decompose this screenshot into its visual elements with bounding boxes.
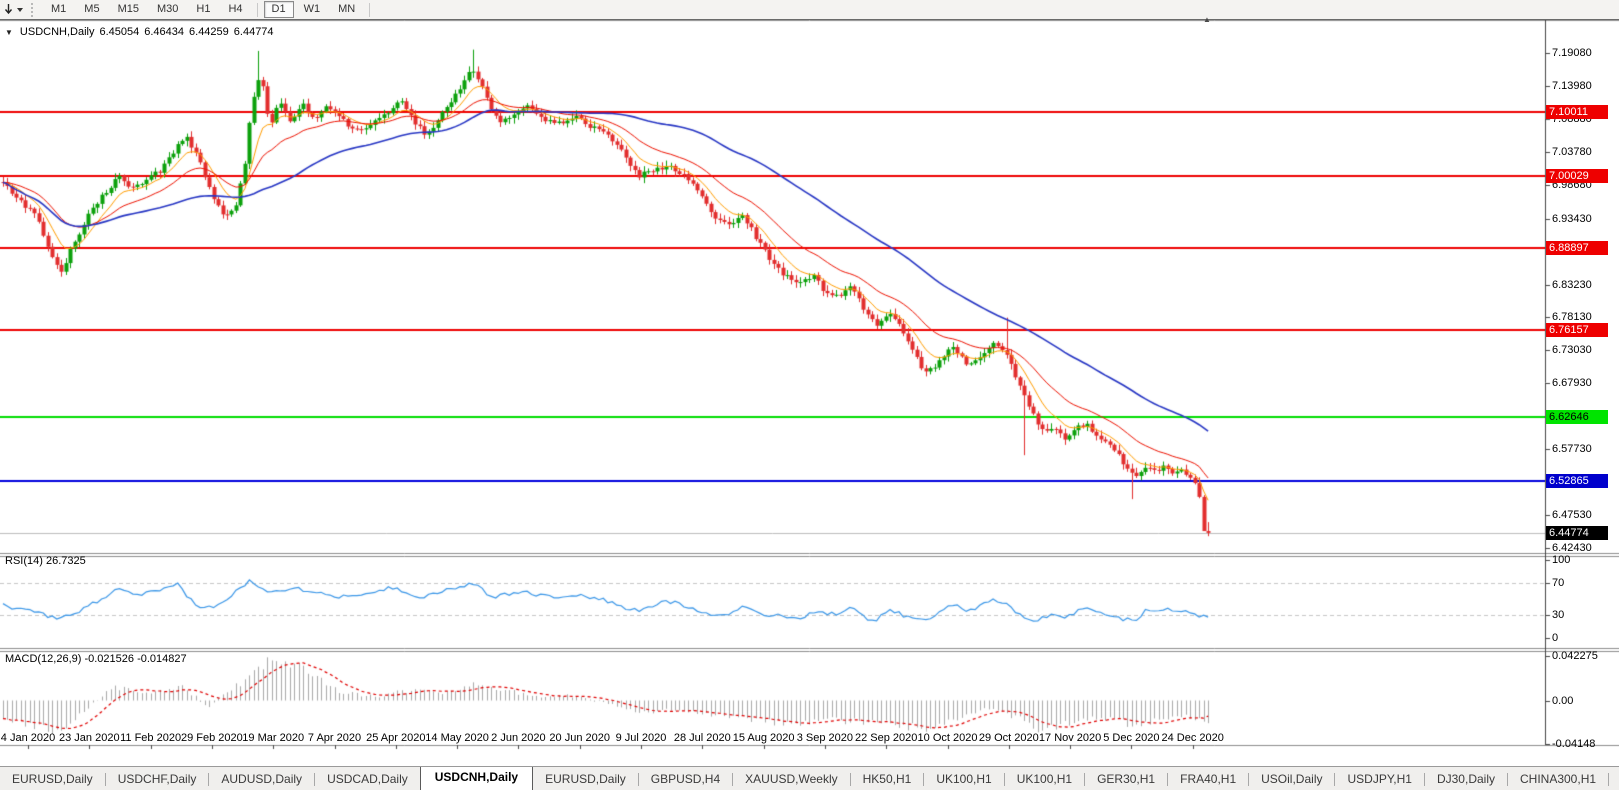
price-level-badge: 6.76157 <box>1546 323 1608 338</box>
timeframe-button-d1[interactable]: D1 <box>263 1 294 18</box>
tab-usdcad-daily[interactable]: USDCAD,Daily <box>315 769 420 789</box>
timeframe-button-mn[interactable]: MN <box>330 1 363 18</box>
date-label: 22 Sep 2020 <box>854 732 918 744</box>
chart-title: ▼ USDCNH,Daily 6.45054 6.46434 6.44259 6… <box>5 26 274 38</box>
date-label: 2 Jun 2020 <box>491 732 546 744</box>
tab-usoil-daily[interactable]: USOil,Daily <box>1249 769 1334 789</box>
cursor-dropdown-caret-icon[interactable] <box>17 7 23 12</box>
timeframe-button-h4[interactable]: H4 <box>220 1 250 18</box>
price-tick-label: 6.78130 <box>1552 311 1592 324</box>
macd-indicator-label: MACD(12,26,9) -0.021526 -0.014827 <box>5 653 187 665</box>
toolbar-drag-handle[interactable] <box>31 2 37 17</box>
tab-eurusd-daily[interactable]: EURUSD,Daily <box>533 769 638 789</box>
price-tick-label: 6.42430 <box>1552 541 1592 554</box>
current-price-badge: 6.44774 <box>1546 525 1608 540</box>
price-tick-label: 7.03780 <box>1552 145 1592 158</box>
ohlc-low: 6.44259 <box>189 26 229 38</box>
date-label: 10 Oct 2020 <box>917 732 978 744</box>
tab-usdchf-daily[interactable]: USDCHF,Daily <box>106 769 209 789</box>
chart-shift-marker-icon[interactable]: ▲ <box>1203 15 1211 24</box>
tab-usdcnh-daily[interactable]: USDCNH,Daily <box>419 767 534 790</box>
rsi-scale-label: 70 <box>1552 577 1565 590</box>
price-level-badge: 7.00029 <box>1546 169 1608 184</box>
timeframe-button-m1[interactable]: M1 <box>43 1 74 18</box>
date-label: 24 Dec 2020 <box>1161 732 1224 744</box>
price-tick-label: 6.47530 <box>1552 509 1592 522</box>
collapse-icon[interactable]: ▼ <box>5 28 13 37</box>
date-label: 23 Jan 2020 <box>59 732 120 744</box>
symbol-tabs: EURUSD,Daily USDCHF,Daily AUDUSD,Daily USDC… <box>0 767 1619 790</box>
date-label: 14 May 2020 <box>425 732 489 744</box>
date-label: 19 Mar 2020 <box>242 732 305 744</box>
tab-uk100-h1[interactable]: UK100,H1 <box>924 769 1003 789</box>
tab-dj30-daily[interactable]: DJ30,Daily <box>1425 769 1507 789</box>
ohlc-high: 6.46434 <box>144 26 185 38</box>
price-tick-label: 6.67930 <box>1552 377 1592 390</box>
price-level-badge: 6.52865 <box>1546 473 1608 488</box>
date-label: 25 Apr 2020 <box>366 732 426 744</box>
timeframe-button-m5[interactable]: M5 <box>76 1 107 18</box>
tab-china300-h1[interactable]: CHINA300,H1 <box>1508 769 1608 789</box>
macd-scale-label: -0.04148 <box>1552 738 1596 751</box>
date-label: 7 Apr 2020 <box>307 732 362 744</box>
timeframe-button-m15[interactable]: M15 <box>110 1 147 18</box>
rsi-scale-label: 100 <box>1552 554 1571 566</box>
macd-scale-label: 0.042275 <box>1552 650 1598 662</box>
tab-ger30-h1[interactable]: GER30,H1 <box>1085 769 1167 789</box>
chart-symbol-period: USDCNH,Daily <box>19 26 95 38</box>
tab-audusd-daily[interactable]: AUDUSD,Daily <box>209 769 314 789</box>
price-chart-canvas[interactable] <box>0 20 1619 766</box>
date-label: 15 Aug 2020 <box>732 732 795 744</box>
rsi-scale-label: 30 <box>1552 608 1565 621</box>
timeframe-button-h1[interactable]: H1 <box>188 1 218 18</box>
price-level-badge: 6.88897 <box>1546 240 1608 255</box>
tab-uk100-h1[interactable]: UK100,H1 <box>1005 769 1084 789</box>
timeframe-buttons: M1 M5 M15 M30 H1 H4 D1 W1 MN <box>42 1 375 18</box>
tab-fra40-h1[interactable]: FRA40,H1 <box>1168 769 1248 789</box>
symbol-tab-bar: EURUSD,Daily USDCHF,Daily AUDUSD,Daily USDC… <box>0 766 1619 790</box>
price-tick-label: 7.19080 <box>1552 46 1592 59</box>
date-label: 4 Jan 2020 <box>0 732 56 744</box>
timeframe-button-w1[interactable]: W1 <box>296 1 329 18</box>
tab-hk50-h1[interactable]: HK50,H1 <box>851 769 924 789</box>
tab-gbpusd-h4[interactable]: GBPUSD,H4 <box>639 769 732 789</box>
price-tick-label: 6.73030 <box>1552 344 1592 357</box>
tab-usdjpy-h1[interactable]: USDJPY,H1 <box>1335 769 1423 789</box>
price-tick-label: 6.93430 <box>1552 212 1592 225</box>
trading-platform-window: M1 M5 M15 M30 H1 H4 D1 W1 MN ▼ USDCNH,Daily 6.45… <box>0 0 1619 790</box>
date-label: 11 Feb 2020 <box>120 732 182 744</box>
date-label: 28 Jul 2020 <box>673 732 731 744</box>
date-label: 20 Jun 2020 <box>549 732 610 744</box>
macd-scale-label: 0.00 <box>1552 694 1574 707</box>
toolbar-separator <box>256 2 258 17</box>
cursor-arrow-icon <box>4 4 13 15</box>
date-label: 29 Oct 2020 <box>978 732 1039 744</box>
timeframe-button-m30[interactable]: M30 <box>149 1 186 18</box>
date-label: 29 Feb 2020 <box>181 732 243 744</box>
toolbar-separator <box>369 2 371 17</box>
rsi-scale-label: 0 <box>1552 632 1559 644</box>
date-label: 3 Sep 2020 <box>796 732 854 744</box>
date-label: 5 Dec 2020 <box>1103 732 1160 744</box>
price-level-badge: 6.62646 <box>1546 410 1608 425</box>
cursor-tool-button[interactable] <box>0 0 29 19</box>
tab-us[interactable]: US <box>1609 769 1619 789</box>
date-label: 9 Jul 2020 <box>615 732 667 744</box>
ohlc-close: 6.44774 <box>233 26 274 38</box>
ohlc-open: 6.45054 <box>99 26 140 38</box>
tab-eurusd-daily[interactable]: EURUSD,Daily <box>0 769 105 789</box>
date-label: 17 Nov 2020 <box>1038 732 1102 744</box>
chart-window: ▼ USDCNH,Daily 6.45054 6.46434 6.44259 6… <box>0 15 1619 766</box>
price-tick-label: 6.83230 <box>1552 278 1592 291</box>
timeframe-toolbar: M1 M5 M15 M30 H1 H4 D1 W1 MN <box>0 0 1619 20</box>
price-level-badge: 7.10011 <box>1546 104 1608 119</box>
price-tick-label: 7.13980 <box>1552 79 1592 92</box>
tab-xauusd-weekly[interactable]: XAUUSD,Weekly <box>733 769 849 789</box>
rsi-indicator-label: RSI(14) 26.7325 <box>5 555 86 567</box>
price-tick-label: 6.57730 <box>1552 443 1592 456</box>
